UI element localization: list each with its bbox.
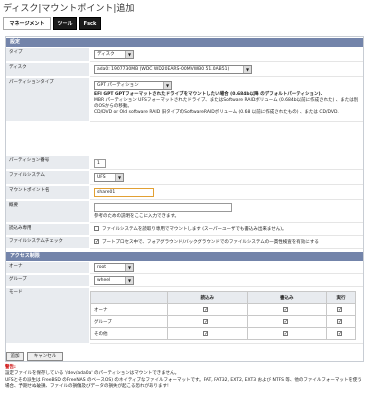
readonly-text: ファイルシステムを読取り専用でマウントします (スーパーユーザでも書込み出来ませ…	[102, 227, 287, 232]
table-row: グループ	[90, 315, 356, 328]
partition-type-label: パーティションタイプ	[6, 78, 89, 122]
mode-label: モード	[6, 288, 89, 344]
type-row: タイプ ディスク ▼	[6, 48, 363, 62]
type-select[interactable]: ディスク ▼	[94, 50, 134, 59]
type-label: タイプ	[6, 48, 89, 62]
partition-type-select[interactable]: GPT パーティション ▼	[94, 81, 172, 90]
chevron-down-icon: ▼	[163, 82, 171, 89]
chevron-down-icon: ▼	[125, 277, 133, 284]
owner-read-checkbox[interactable]	[203, 306, 209, 312]
owner-label: オーナ	[6, 262, 89, 274]
group-row: グループ wheel ▼	[6, 275, 363, 287]
mode-col-read: 読込み	[167, 291, 248, 304]
owner-exec-checkbox[interactable]	[337, 306, 342, 312]
table-row: オーナ	[90, 303, 356, 316]
partition-number-row: パーティション番号 1	[6, 156, 363, 170]
access-header: アクセス制限	[6, 252, 363, 261]
add-button[interactable]: 追加	[6, 352, 24, 361]
page-title: ディスク|マウントポイント|追加	[3, 4, 135, 14]
owner-write-checkbox[interactable]	[282, 306, 288, 312]
disk-row: ディスク ada0: 1907730MB (WDC WD20EARS-00MVW…	[6, 63, 363, 77]
readonly-label: 読込み専用	[6, 224, 89, 236]
group-exec-checkbox[interactable]	[337, 318, 342, 324]
other-read-checkbox[interactable]	[203, 330, 209, 336]
readonly-checkbox[interactable]	[94, 226, 99, 231]
owner-row: オーナ root ▼	[6, 262, 363, 274]
cancel-button[interactable]: キャンセル	[27, 352, 63, 361]
tab-tools[interactable]: ツール	[53, 17, 77, 30]
group-label: グループ	[6, 275, 89, 287]
chevron-down-icon: ▼	[115, 174, 123, 181]
description-label: 概要	[6, 201, 89, 223]
mode-row-label: オーナ	[90, 303, 168, 316]
filesystem-select[interactable]: UFS ▼	[94, 173, 124, 182]
mode-row-label: その他	[90, 327, 168, 340]
mount-name-input[interactable]: share01	[94, 188, 154, 197]
group-read-checkbox[interactable]	[203, 318, 209, 324]
disk-select[interactable]: ada0: 1907730MB (WDC WD20EARS-00MVWB0 51…	[94, 65, 252, 74]
mode-header-row: 読込み 書込み 実行	[90, 291, 356, 304]
partition-type-desc-mbr: MBR パーティション UFSフォーマットされたドライブ、またはSoftware…	[94, 98, 359, 109]
settings-header: 設定	[6, 38, 363, 47]
partition-type-desc-cd: CD/DVD or Old software RAID 旧タイプのSoftwar…	[94, 110, 339, 115]
mode-col-write: 書込み	[246, 291, 327, 304]
warning-note: 警告: 設定ファイルを保存している '/dev/ada0a' のパーティションは…	[5, 365, 364, 391]
description-help: 参考のための説明をここに入力できます。	[94, 214, 180, 219]
disk-label: ディスク	[6, 63, 89, 77]
fscheck-checkbox[interactable]	[94, 239, 99, 244]
mount-name-label: マウントポイント名	[6, 186, 89, 200]
tab-fsck[interactable]: Fsck	[79, 17, 101, 30]
fscheck-row: ファイルシステムチェック ブートプロセス中で、フォアグラウンド/バックグラウンド…	[6, 237, 363, 249]
tab-management[interactable]: マネージメント	[3, 17, 51, 30]
other-write-checkbox[interactable]	[282, 330, 288, 336]
chevron-down-icon: ▼	[243, 66, 251, 73]
fscheck-label: ファイルシステムチェック	[6, 237, 89, 249]
warning-line-2: UFSとその派生は FreeBSD のFreeNAS のベースOS) のネイティ…	[5, 377, 362, 390]
description-row: 概要 参考のための説明をここに入力できます。	[6, 201, 363, 223]
fscheck-text: ブートプロセス中で、フォアグラウンド/バックグラウンドでのファイルシステムの一貫…	[102, 240, 319, 245]
chevron-down-icon: ▼	[125, 264, 133, 271]
mount-name-row: マウントポイント名 share01	[6, 186, 363, 200]
filesystem-label: ファイルシステム	[6, 171, 89, 185]
group-select[interactable]: wheel ▼	[94, 276, 134, 285]
table-row: その他	[90, 327, 356, 340]
description-input[interactable]	[94, 203, 232, 212]
chevron-down-icon: ▼	[125, 51, 133, 58]
partition-number-input[interactable]: 1	[94, 159, 106, 168]
filesystem-row: ファイルシステム UFS ▼	[6, 171, 363, 185]
readonly-row: 読込み専用 ファイルシステムを読取り専用でマウントします (スーパーユーザでも書…	[6, 224, 363, 236]
group-write-checkbox[interactable]	[282, 318, 288, 324]
mode-table: 読込み 書込み 実行 オーナ グループ その他	[90, 291, 356, 340]
other-exec-checkbox[interactable]	[337, 330, 342, 336]
partition-type-row: パーティションタイプ GPT パーティション ▼ EFI GPT GPTフォーマッ…	[6, 78, 363, 122]
partition-number-label: パーティション番号	[6, 156, 89, 170]
owner-select[interactable]: root ▼	[94, 263, 134, 272]
mode-col-exec: 実行	[326, 291, 356, 304]
mode-row-label: グループ	[90, 315, 168, 328]
